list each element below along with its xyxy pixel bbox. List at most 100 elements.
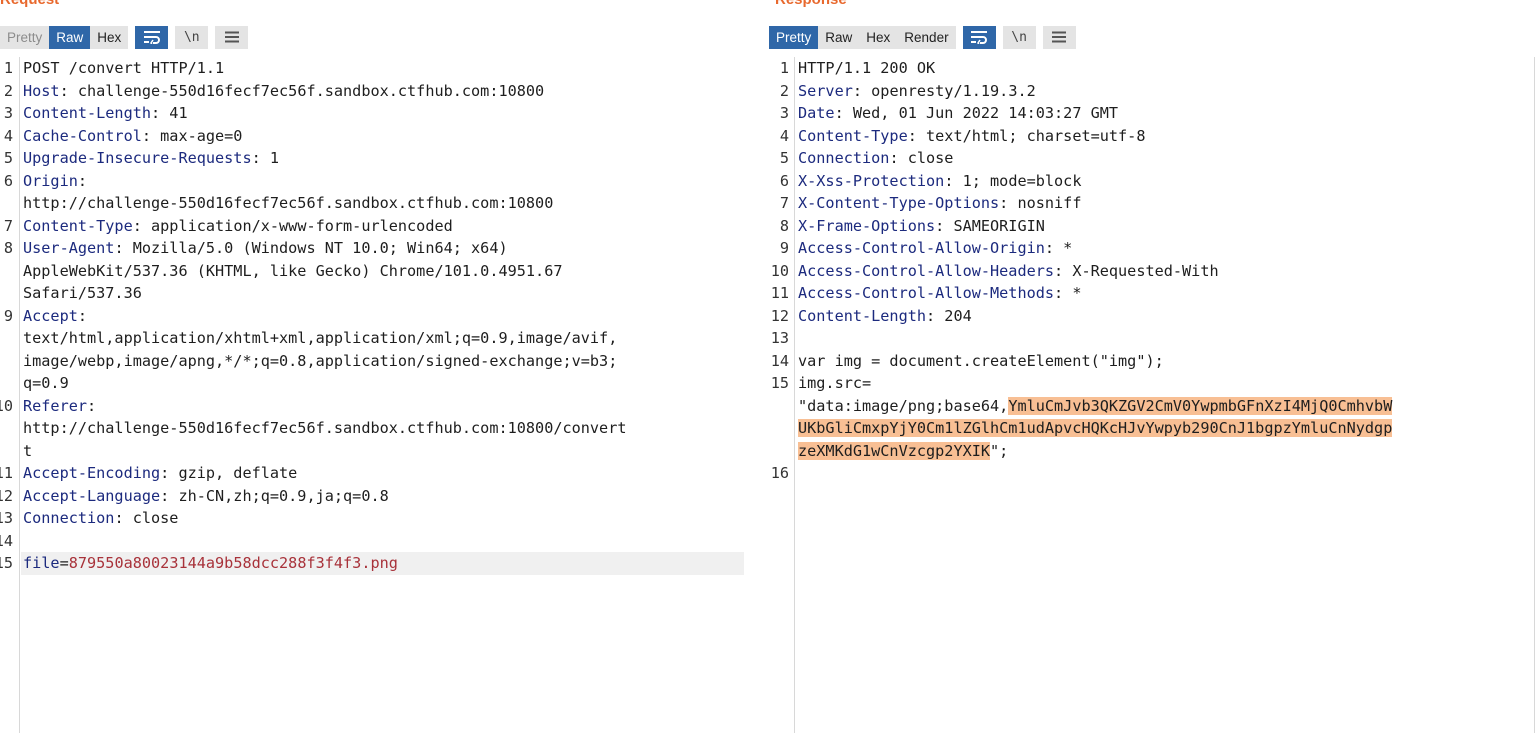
code-line: 8 User-Agent: Mozilla/5.0 (Windows NT 10.… (0, 237, 757, 260)
line-text: file=879550a80023144a9b58dcc288f3f4f3.pn… (23, 552, 398, 575)
line-text: http://challenge-550d16fecf7ec56f.sandbo… (23, 192, 553, 215)
request-editor[interactable]: 1 POST /convert HTTP/1.1 2 Host: challenge-… (0, 57, 757, 733)
line-text: Date: Wed, 01 Jun 2022 14:03:27 GMT (798, 102, 1118, 125)
code-text: img.src= (798, 374, 872, 392)
highlighted-text: zeXMKdG1wCnVzcgp2YXIK (798, 441, 991, 460)
code-line: http://challenge-550d16fecf7ec56f.sandbo… (0, 192, 757, 215)
response-toolbar: Pretty Raw Hex Render \n (769, 25, 1076, 49)
code-text: : 204 (926, 306, 972, 325)
code-line: 2 Host: challenge-550d16fecf7ec56f.sandbo… (0, 80, 757, 103)
tab-pretty[interactable]: Pretty (0, 26, 49, 49)
response-title: Response (775, 0, 847, 8)
line-number: 13 (0, 509, 13, 527)
request-title: Request (0, 0, 59, 8)
code-text: : (77, 171, 88, 190)
line-number: 13 (770, 329, 789, 347)
code-line: 13 Connection: close (0, 507, 757, 530)
code-text: : text/html; charset=utf-8 (907, 126, 1146, 145)
wrap-lines-icon[interactable] (135, 25, 169, 49)
code-text: "data:image/png;base64, (798, 396, 1009, 415)
request-view-tabs: Pretty Raw Hex (0, 25, 129, 49)
response-view-tabs: Pretty Raw Hex Render (769, 25, 956, 49)
newline-toggle-icon[interactable]: \n (175, 25, 209, 49)
line-text: Access-Control-Allow-Origin: * (798, 237, 1072, 260)
code-text: HTTP/1.1 200 OK (798, 59, 936, 77)
code-text: : * (1054, 284, 1082, 302)
code-text: var img = document.createElement("img"); (798, 351, 1164, 370)
line-text: HTTP/1.1 200 OK (798, 57, 935, 80)
line-number: 16 (770, 464, 789, 482)
code-line: 10 Referer: (0, 395, 757, 418)
highlighted-text: UKbGliCmxpYjY0Cm1lZGlhCm1udApvcHQKcHJvYw… (798, 419, 1393, 437)
code-line: 11 Accept-Encoding: gzip, deflate (0, 462, 757, 485)
code-line: t (0, 440, 757, 463)
code-text: http://challenge-550d16fecf7ec56f.sandbo… (23, 194, 554, 212)
code-text: : openresty/1.19.3.2 (852, 81, 1036, 100)
code-text: : gzip, deflate (160, 464, 298, 482)
header-name: file (23, 554, 60, 572)
code-line: 3 Content-Length: 41 (0, 102, 757, 125)
line-number: 3 (3, 104, 13, 122)
tab-render[interactable]: Render (897, 26, 955, 49)
line-number: 5 (3, 149, 13, 167)
line-text: Content-Length: 204 (798, 305, 972, 328)
line-text: img.src= (798, 372, 871, 395)
menu-icon[interactable] (1042, 25, 1076, 49)
tab-hex[interactable]: Hex (90, 26, 128, 49)
header-name: Content-Length (23, 104, 152, 122)
header-name: Accept (23, 306, 78, 325)
code-text: : challenge-550d16fecf7ec56f.sandbox.ctf… (59, 81, 545, 100)
line-number: 10 (770, 261, 789, 280)
code-text: t (23, 441, 33, 460)
code-text: AppleWebKit/537.36 (KHTML, like Gecko) C… (23, 261, 563, 280)
response-pane: Response Pretty Raw Hex Render \n 1 HTTP/… (757, 0, 1535, 733)
response-editor[interactable]: 1 HTTP/1.1 200 OK 2 Server: openresty/1.19.… (757, 57, 1535, 733)
line-text: Content-Type: application/x-www-form-url… (23, 215, 453, 238)
code-line: image/webp,image/apng,*/*;q=0.8,applicat… (0, 350, 757, 373)
header-name: Content-Length (798, 306, 927, 325)
tab-raw[interactable]: Raw (818, 26, 859, 49)
code-text: : close (889, 149, 954, 167)
code-line: 8 X-Frame-Options: SAMEORIGIN (757, 215, 1535, 238)
line-number: 6 (3, 171, 13, 190)
line-number: 8 (3, 239, 13, 257)
line-text: X-Xss-Protection: 1; mode=block (798, 170, 1081, 193)
code-line: 3 Date: Wed, 01 Jun 2022 14:03:27 GMT (757, 102, 1535, 125)
code-line: UKbGliCmxpYjY0Cm1lZGlhCm1udApvcHQKcHJvYw… (757, 417, 1535, 440)
code-line: AppleWebKit/537.36 (KHTML, like Gecko) C… (0, 260, 757, 283)
code-text: : close (114, 509, 179, 527)
tab-pretty[interactable]: Pretty (769, 25, 819, 49)
wrap-lines-icon[interactable] (962, 25, 996, 49)
line-text: UKbGliCmxpYjY0Cm1lZGlhCm1udApvcHQKcHJvYw… (798, 417, 1393, 440)
line-text: Upgrade-Insecure-Requests: 1 (23, 147, 279, 170)
code-line: 12 Accept-Language: zh-CN,zh;q=0.9,ja;q=0… (0, 485, 757, 508)
line-number: 10 (0, 396, 13, 415)
header-name: Access-Control-Allow-Origin (798, 239, 1045, 257)
tab-hex[interactable]: Hex (859, 26, 897, 49)
newline-toggle-icon[interactable]: \n (1002, 25, 1036, 49)
line-text: Accept-Language: zh-CN,zh;q=0.9,ja;q=0.8 (23, 485, 389, 508)
code-text: Safari/537.36 (23, 284, 142, 302)
line-number: 1 (779, 59, 789, 77)
code-line: 7 Content-Type: application/x-www-form-ur… (0, 215, 757, 238)
tab-raw[interactable]: Raw (49, 25, 91, 49)
line-number: 14 (770, 351, 789, 370)
code-text: : Wed, 01 Jun 2022 14:03:27 GMT (834, 104, 1119, 122)
code-line: 14 var img = document.createElement("img"… (757, 350, 1535, 373)
line-text: "data:image/png;base64,YmluCmJvb3QKZGV2C… (798, 395, 1393, 418)
line-text: Server: openresty/1.19.3.2 (798, 80, 1036, 103)
code-text: http://challenge-550d16fecf7ec56f.sandbo… (23, 419, 627, 437)
line-number: 1 (3, 59, 13, 77)
menu-icon[interactable] (215, 25, 249, 49)
header-name: X-Frame-Options (798, 216, 936, 235)
line-number: 15 (0, 554, 13, 572)
line-text: Cache-Control: max-age=0 (23, 125, 242, 148)
code-line: http://challenge-550d16fecf7ec56f.sandbo… (0, 417, 757, 440)
code-text: : Mozilla/5.0 (Windows NT 10.0; Win64; x… (114, 239, 508, 257)
code-text: 879550a80023144a9b58dcc288f3f4f3.png (68, 554, 398, 572)
line-number: 8 (779, 216, 789, 235)
line-number: 4 (779, 126, 789, 145)
header-name: Server (798, 81, 853, 100)
line-text: X-Content-Type-Options: nosniff (798, 192, 1081, 215)
header-name: User-Agent (23, 239, 115, 257)
